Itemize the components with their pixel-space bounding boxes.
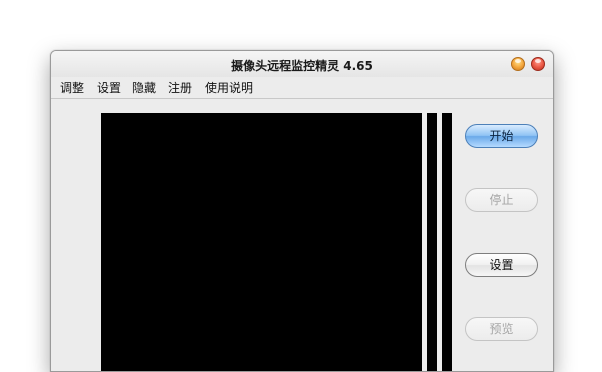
level-bar-left	[427, 113, 437, 371]
preview-button[interactable]: 预览	[465, 317, 538, 341]
level-bar-right	[442, 113, 452, 371]
window-title: 摄像头远程监控精灵 4.65	[231, 59, 373, 73]
menu-item-hide[interactable]: 隐藏	[132, 79, 156, 96]
title-bar[interactable]: 摄像头远程监控精灵 4.65	[51, 51, 553, 79]
close-button[interactable]	[531, 57, 545, 71]
camera-preview	[101, 113, 422, 371]
menu-item-help[interactable]: 使用说明	[205, 79, 253, 96]
minimize-button[interactable]	[511, 57, 525, 71]
menu-item-adjust[interactable]: 调整	[60, 79, 84, 96]
start-button[interactable]: 开始	[465, 124, 538, 148]
menu-bar: 调整 设置 隐藏 注册 使用说明	[51, 77, 553, 99]
settings-button[interactable]: 设置	[465, 253, 538, 277]
menu-item-settings[interactable]: 设置	[97, 79, 121, 96]
menu-item-register[interactable]: 注册	[168, 79, 192, 96]
stop-button[interactable]: 停止	[465, 188, 538, 212]
app-window: 摄像头远程监控精灵 4.65 调整 设置 隐藏 注册 使用说明 开始 停止 设置…	[50, 50, 554, 372]
